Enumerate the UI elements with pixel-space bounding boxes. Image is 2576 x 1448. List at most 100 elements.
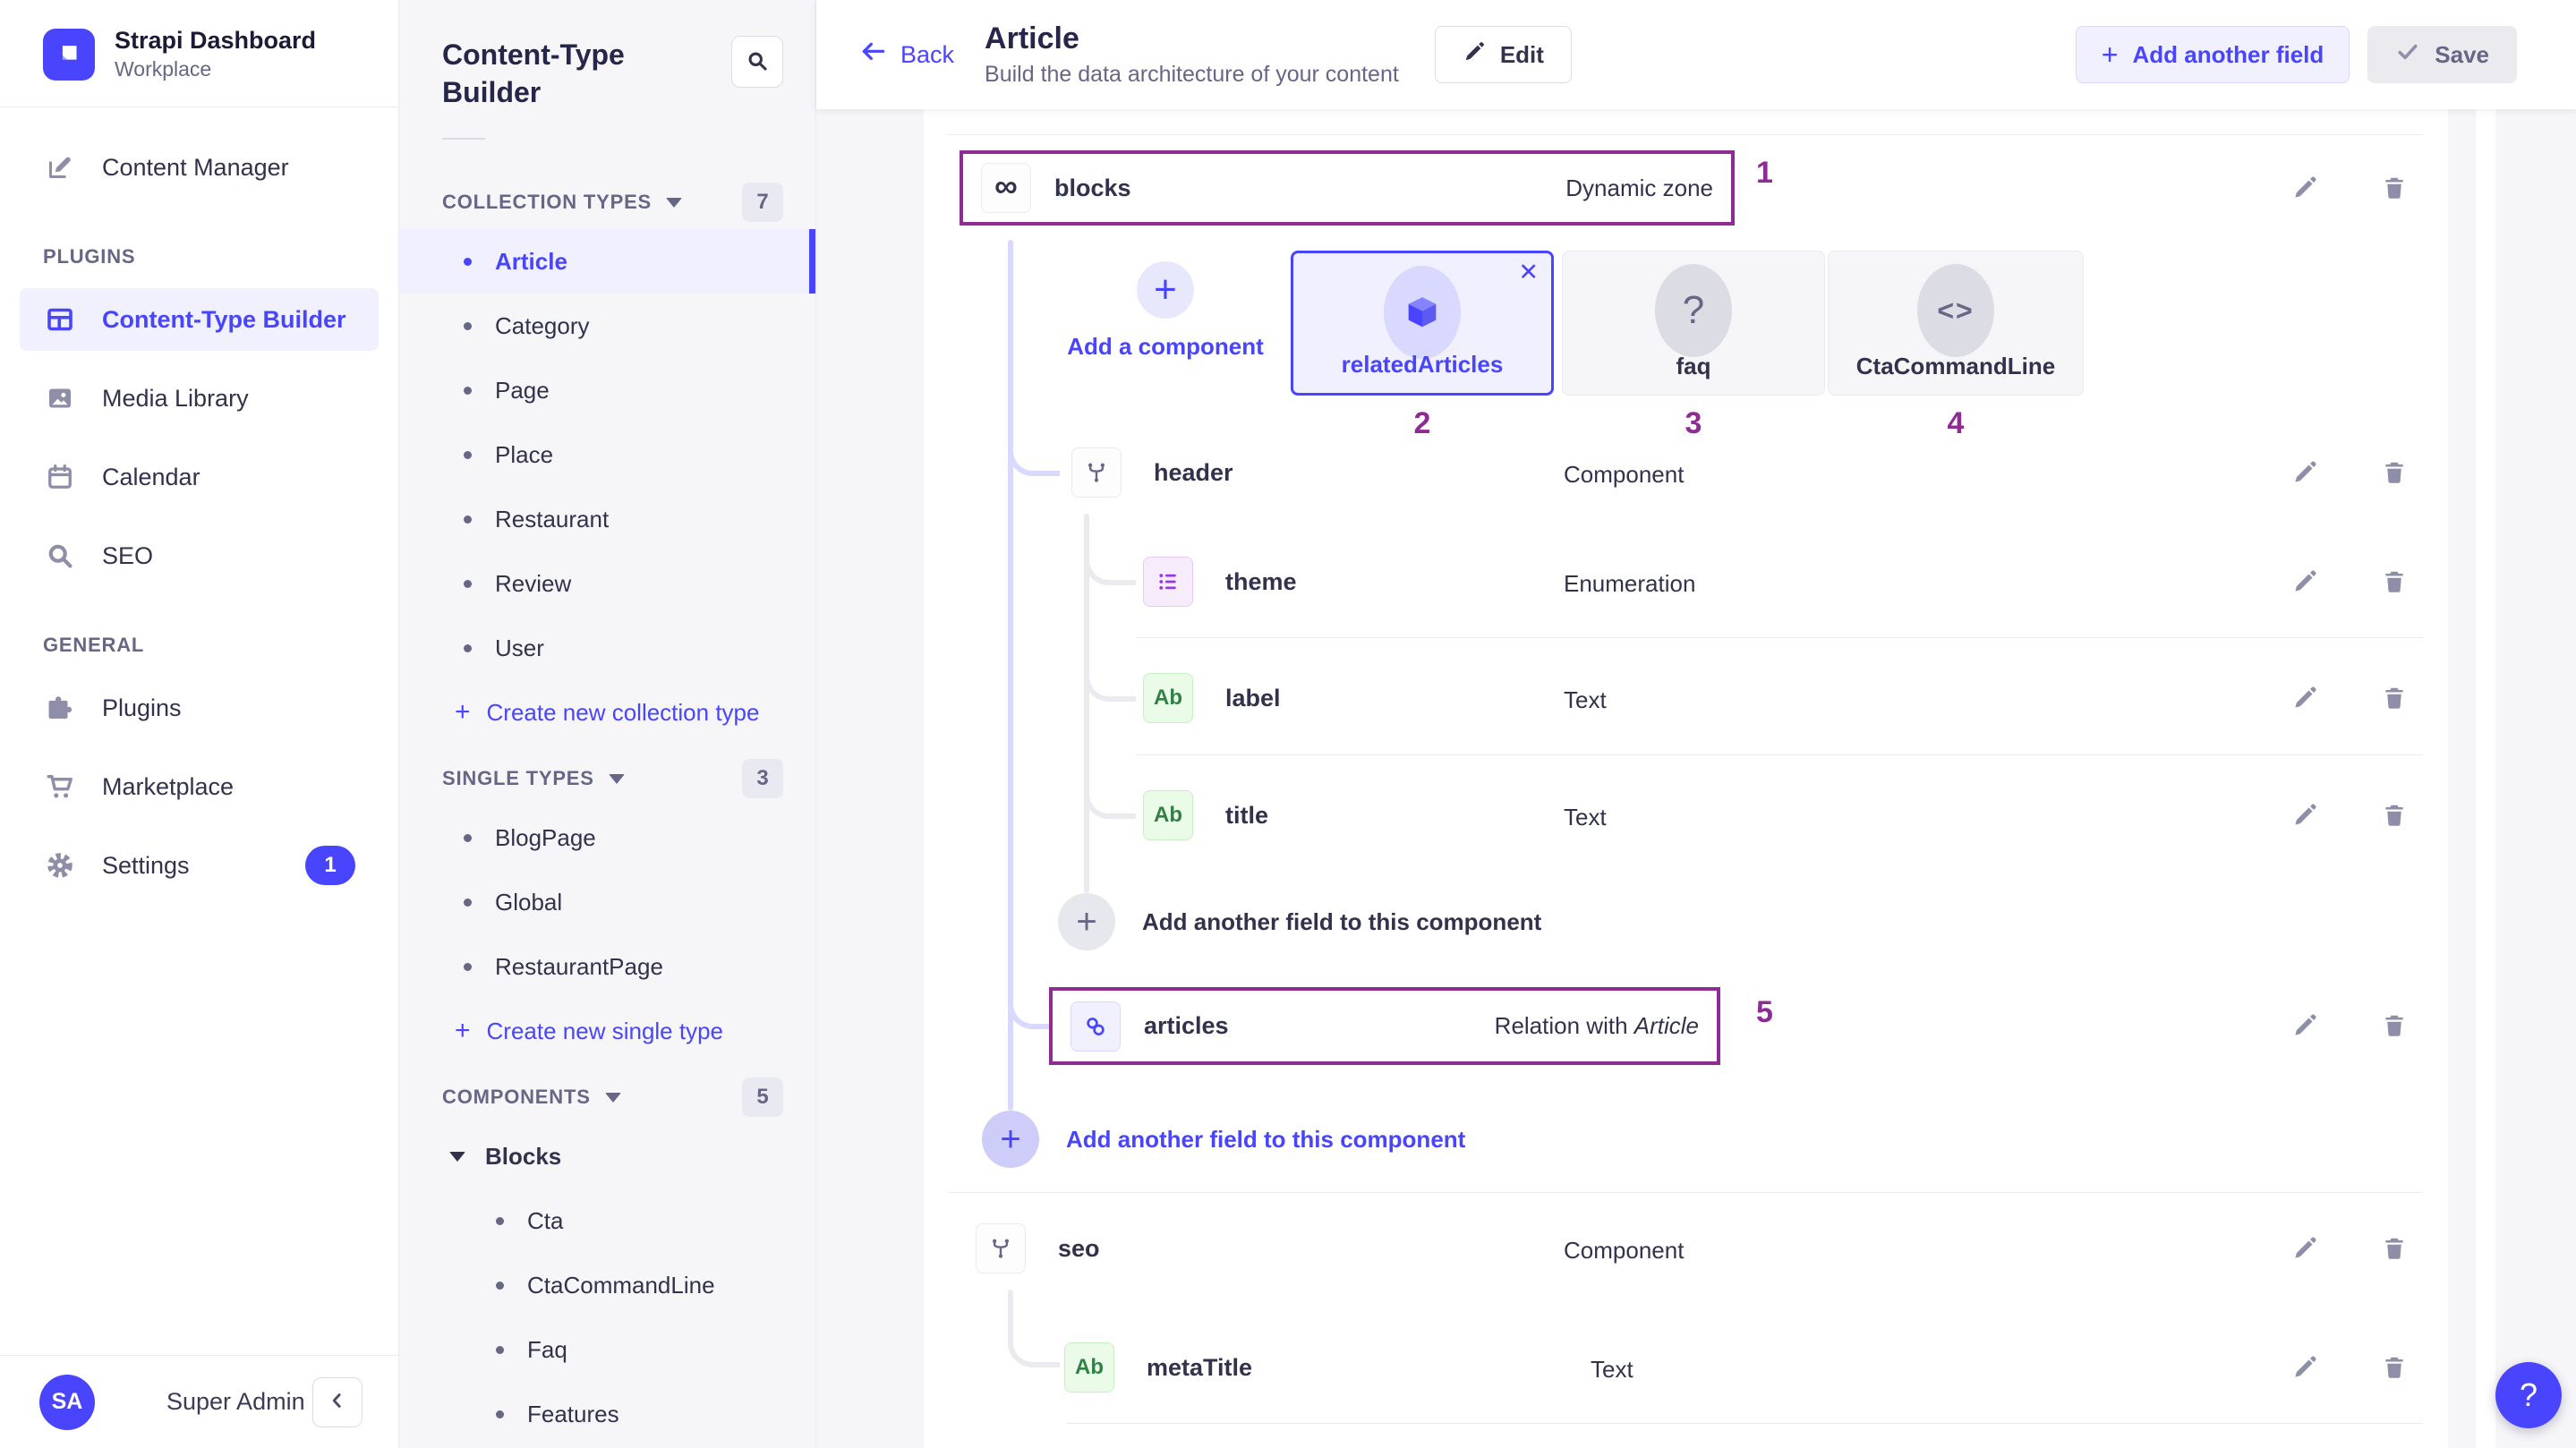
sidebar-item-label: Calendar (102, 464, 200, 491)
trash-icon[interactable] (2376, 455, 2412, 490)
plus-icon: + (455, 697, 471, 728)
field-row-theme[interactable]: theme (1143, 557, 1297, 607)
avatar: SA (39, 1375, 95, 1430)
component-cta[interactable]: Cta (399, 1188, 815, 1253)
edit-icon[interactable] (2287, 1231, 2323, 1266)
search-button[interactable] (731, 36, 783, 88)
collection-type-article[interactable]: Article (399, 229, 815, 294)
check-icon (2395, 39, 2420, 71)
row-actions (2287, 1231, 2412, 1266)
content-type-builder-sidebar: Content-Type Builder COLLECTION TYPES 7 … (399, 0, 816, 1448)
save-button[interactable]: Save (2367, 26, 2517, 83)
component-category-blocks[interactable]: Blocks (399, 1124, 815, 1188)
edit-icon[interactable] (2287, 1008, 2323, 1043)
single-type-restaurantpage[interactable]: RestaurantPage (399, 934, 815, 999)
single-type-global[interactable]: Global (399, 870, 815, 934)
question-icon: ? (2520, 1376, 2538, 1414)
collection-type-place[interactable]: Place (399, 422, 815, 487)
component-card-faq[interactable]: ? faq (1562, 251, 1825, 396)
field-row-label[interactable]: Ab label (1143, 673, 1281, 723)
main-area: Back Article Build the data architecture… (816, 0, 2576, 1448)
collection-type-user[interactable]: User (399, 616, 815, 680)
section-general: GENERAL (43, 634, 379, 657)
edit-icon[interactable] (2287, 680, 2323, 716)
add-field-to-component-button[interactable]: + Add another field to this component (1058, 893, 1541, 950)
trash-icon[interactable] (2376, 797, 2412, 833)
sidebar-item-content-manager[interactable]: Content Manager (20, 136, 379, 199)
subnav-title: Content-Type Builder (442, 36, 693, 111)
field-row-seo[interactable]: seo (976, 1223, 1100, 1273)
edit-icon[interactable] (2287, 797, 2323, 833)
field-row-metatitle[interactable]: Ab metaTitle (1064, 1342, 1252, 1393)
add-component-button[interactable]: + Add a component (1058, 261, 1273, 361)
create-single-type-link[interactable]: + Create new single type (399, 999, 815, 1063)
scrollbar[interactable] (2476, 109, 2495, 1448)
connector-line (1008, 240, 1013, 1111)
field-type: Component (1564, 461, 1684, 489)
component-icon (976, 1223, 1026, 1273)
edit-icon[interactable] (2287, 455, 2323, 490)
edit-icon[interactable] (2287, 564, 2323, 600)
sidebar-item-media-library[interactable]: Media Library (20, 367, 379, 430)
trash-icon[interactable] (2376, 1350, 2412, 1385)
field-row-header[interactable]: header (1071, 447, 1233, 498)
trash-icon[interactable] (2376, 680, 2412, 716)
text-field-icon: Ab (1064, 1342, 1114, 1393)
connector-elbow (1084, 660, 1136, 702)
trash-icon[interactable] (2376, 1008, 2412, 1043)
row-actions (2287, 680, 2412, 716)
user-panel: SA Super Admin (0, 1355, 398, 1448)
sidebar-item-label: Content-Type Builder (102, 306, 346, 334)
sidebar-item-content-type-builder[interactable]: Content-Type Builder (20, 288, 379, 351)
edit-button[interactable]: Edit (1435, 26, 1572, 83)
edit-icon[interactable] (2287, 170, 2323, 206)
component-ctacommandline[interactable]: CtaCommandLine (399, 1253, 815, 1317)
field-row-blocks[interactable]: ∞ blocks Dynamic zone (960, 150, 1735, 226)
add-field-to-dynamic-zone-button[interactable]: + Add another field to this component (982, 1111, 1465, 1168)
component-faq[interactable]: Faq (399, 1317, 815, 1382)
collection-type-restaurant[interactable]: Restaurant (399, 487, 815, 551)
sidebar-item-marketplace[interactable]: Marketplace (20, 755, 379, 818)
field-row-title[interactable]: Ab title (1143, 790, 1268, 840)
collection-type-page[interactable]: Page (399, 358, 815, 422)
components-header[interactable]: COMPONENTS 5 (442, 1077, 783, 1117)
add-another-field-button[interactable]: + Add another field (2076, 26, 2350, 83)
trash-icon[interactable] (2376, 170, 2412, 206)
trash-icon[interactable] (2376, 564, 2412, 600)
trash-icon[interactable] (2376, 1231, 2412, 1266)
cart-icon (43, 770, 77, 804)
code-icon: <> (1917, 264, 1994, 357)
annotation-3: 3 (1562, 406, 1825, 441)
divider (949, 1192, 2423, 1193)
collection-type-category[interactable]: Category (399, 294, 815, 358)
sidebar-item-label: Media Library (102, 385, 249, 413)
sidebar-item-plugins[interactable]: Plugins (20, 677, 379, 739)
field-row-articles[interactable]: articles Relation with Article (1049, 987, 1720, 1065)
text-field-icon: Ab (1143, 673, 1193, 723)
help-button[interactable]: ? (2495, 1362, 2562, 1428)
sidebar-item-settings[interactable]: Settings 1 (20, 834, 379, 897)
component-card-ctacommandline[interactable]: <> CtaCommandLine (1828, 251, 2084, 396)
collapse-sidebar-button[interactable] (312, 1377, 363, 1427)
component-card-relatedarticles[interactable]: ✕ relatedArticles (1291, 251, 1554, 396)
single-types-header[interactable]: SINGLE TYPES 3 (442, 759, 783, 798)
collection-type-review[interactable]: Review (399, 551, 815, 616)
close-icon[interactable]: ✕ (1518, 259, 1539, 286)
field-type: Text (1564, 686, 1607, 714)
single-type-blogpage[interactable]: BlogPage (399, 805, 815, 870)
section-plugins: PLUGINS (43, 245, 379, 268)
collection-types-count: 7 (742, 183, 783, 222)
back-link[interactable]: Back (859, 38, 954, 72)
pencil-icon (1463, 40, 1486, 70)
component-features[interactable]: Features (399, 1382, 815, 1446)
field-type: Text (1591, 1356, 1633, 1384)
image-icon (43, 381, 77, 415)
sidebar-item-calendar[interactable]: Calendar (20, 446, 379, 508)
bullet-icon (464, 899, 472, 907)
divider (1067, 1423, 2423, 1424)
calendar-icon (43, 460, 77, 494)
sidebar-item-seo[interactable]: SEO (20, 524, 379, 587)
collection-types-header[interactable]: COLLECTION TYPES 7 (442, 183, 783, 222)
edit-icon[interactable] (2287, 1350, 2323, 1385)
create-collection-type-link[interactable]: + Create new collection type (399, 680, 815, 745)
